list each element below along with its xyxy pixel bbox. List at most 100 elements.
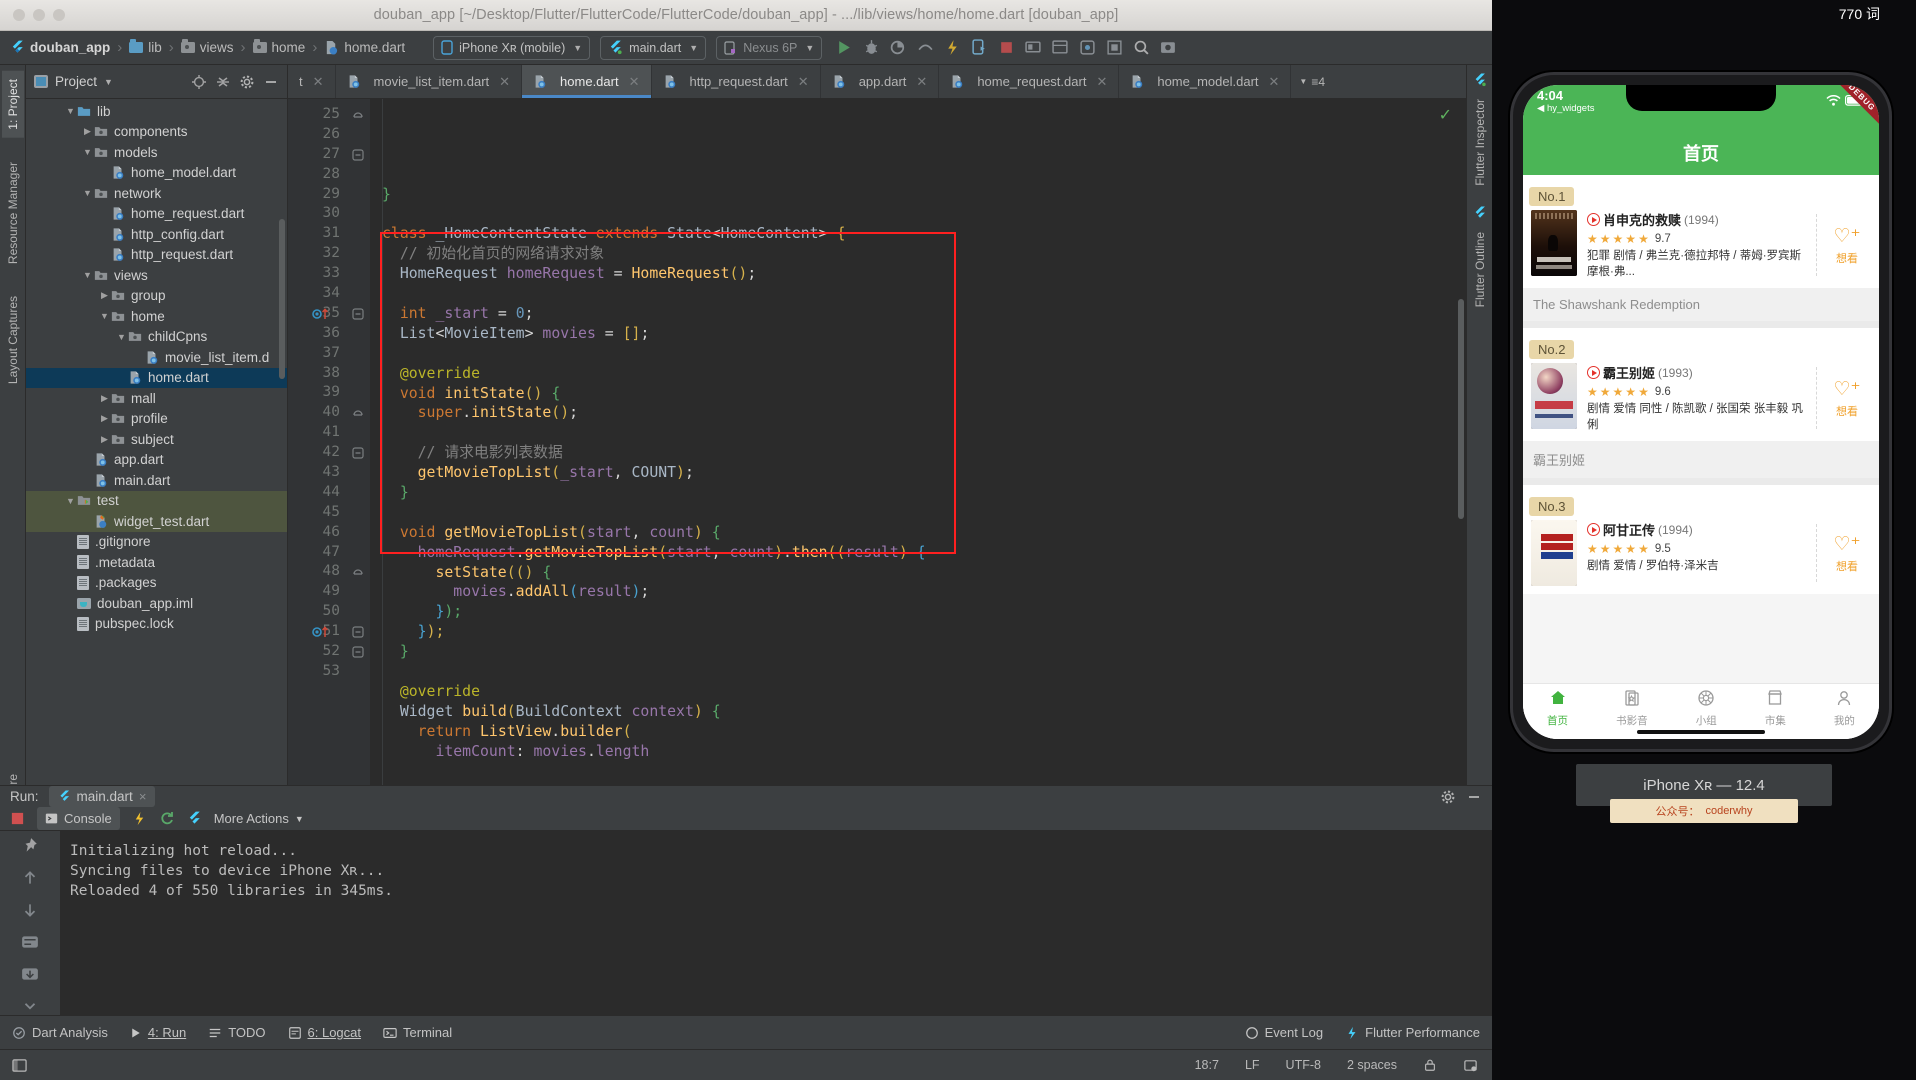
phone-tab-market[interactable]: 市集: [1765, 689, 1786, 728]
play-icon[interactable]: [1587, 523, 1600, 537]
editor-tab-app-dart[interactable]: app.dart ✕: [821, 65, 940, 98]
tree-node-components[interactable]: ▶ components: [26, 122, 287, 143]
chevron-down-icon[interactable]: ▼: [81, 188, 94, 198]
code-line[interactable]: // 请求电影列表数据: [370, 443, 1466, 463]
tree-node-movie-list-item-d[interactable]: movie_list_item.d: [26, 347, 287, 368]
editor-tab-home-dart[interactable]: home.dart ✕: [522, 65, 652, 98]
code-line[interactable]: }: [370, 483, 1466, 503]
toolwindow-tab-flutter-outline[interactable]: Flutter Outline: [1469, 224, 1491, 315]
wish-button[interactable]: ♡⁺ 想看: [1823, 520, 1871, 586]
fold-marker[interactable]: [348, 403, 370, 423]
movie-poster[interactable]: [1531, 363, 1577, 430]
status-event-log[interactable]: Event Log: [1245, 1025, 1323, 1040]
code-line[interactable]: setState(() {: [370, 563, 1466, 583]
fold-marker[interactable]: [348, 562, 370, 582]
movie-poster[interactable]: [1531, 210, 1577, 276]
device-selector[interactable]: iPhone Xʀ (mobile) ▼: [433, 35, 591, 60]
override-method-icon[interactable]: [312, 625, 332, 639]
code-line[interactable]: itemCount: movies.length: [370, 742, 1466, 762]
hide-panel-icon[interactable]: [263, 74, 279, 90]
tree-node--gitignore[interactable]: .gitignore: [26, 532, 287, 553]
scroll-down-icon[interactable]: [21, 901, 39, 919]
tree-node-home-model-dart[interactable]: home_model.dart: [26, 163, 287, 184]
sdk-manager-icon[interactable]: [1052, 39, 1069, 56]
code-line[interactable]: void initState() {: [370, 384, 1466, 404]
tree-node-douban-app-iml[interactable]: douban_app.iml: [26, 593, 287, 614]
code-line[interactable]: @override: [370, 682, 1466, 702]
soft-wrap-icon[interactable]: [21, 933, 39, 951]
chevron-right-icon[interactable]: ▶: [98, 434, 111, 445]
status-logcat[interactable]: 6: Logcat: [288, 1025, 361, 1040]
tree-node--metadata[interactable]: .metadata: [26, 552, 287, 573]
fold-marker[interactable]: [348, 304, 370, 324]
indent-setting[interactable]: 2 spaces: [1347, 1058, 1397, 1072]
fold-marker[interactable]: [348, 443, 370, 463]
code-line[interactable]: [370, 205, 1466, 225]
phone-tab-home[interactable]: 首页: [1547, 689, 1568, 728]
notification-icon[interactable]: [1463, 1058, 1478, 1073]
status-back-app[interactable]: ◀ hy_widgets: [1537, 103, 1594, 115]
collapse-all-icon[interactable]: [215, 74, 231, 90]
toolwindow-tab-layout-captures[interactable]: Layout Captures: [2, 288, 24, 392]
chevron-down-icon[interactable]: ▼: [64, 106, 77, 116]
chevron-right-icon[interactable]: ▶: [98, 413, 111, 424]
chevron-down-icon[interactable]: ▼: [81, 270, 94, 280]
chevron-down-icon[interactable]: ▼: [81, 147, 94, 157]
editor-tab-home-request-dart[interactable]: home_request.dart ✕: [939, 65, 1120, 98]
code-line[interactable]: return ListView.builder(: [370, 722, 1466, 742]
chevron-right-icon[interactable]: ▶: [81, 126, 94, 137]
status-dart-analysis[interactable]: Dart Analysis: [12, 1025, 108, 1040]
code-line[interactable]: List<MovieItem> movies = [];: [370, 324, 1466, 344]
wish-button[interactable]: ♡⁺ 想看: [1823, 363, 1871, 433]
coverage-icon[interactable]: [917, 39, 934, 56]
gear-icon[interactable]: [239, 74, 255, 90]
close-icon[interactable]: ✕: [1269, 74, 1280, 90]
editor-tabs-overflow[interactable]: ▼ ≡4: [1291, 65, 1333, 98]
close-icon[interactable]: ✕: [629, 74, 640, 90]
code-line[interactable]: });: [370, 602, 1466, 622]
hot-restart-icon[interactable]: [159, 811, 175, 827]
device-manager-icon[interactable]: [1025, 39, 1042, 56]
terminal-toggle-icon[interactable]: [12, 1058, 27, 1073]
avd-icon[interactable]: [1079, 39, 1096, 56]
screenshot-icon[interactable]: [1160, 39, 1177, 56]
hot-reload-icon[interactable]: [132, 811, 147, 826]
code-line[interactable]: [370, 503, 1466, 523]
tree-node-lib[interactable]: ▼ lib: [26, 101, 287, 122]
fold-marker[interactable]: [348, 105, 370, 125]
scroll-to-end-icon[interactable]: [21, 965, 39, 983]
breadcrumb-item-views[interactable]: views: [180, 39, 234, 55]
status-todo[interactable]: TODO: [208, 1025, 266, 1040]
profile-icon[interactable]: [890, 39, 907, 56]
breadcrumb-item-file[interactable]: home.dart: [324, 40, 405, 55]
code-line[interactable]: HomeRequest homeRequest = HomeRequest();: [370, 264, 1466, 284]
more-actions-button[interactable]: More Actions ▼: [214, 811, 304, 826]
tree-node-subject[interactable]: ▶ subject: [26, 429, 287, 450]
caret-position[interactable]: 18:7: [1195, 1058, 1219, 1072]
chevron-down-icon[interactable]: ▼: [98, 311, 111, 321]
close-icon[interactable]: ✕: [798, 74, 809, 90]
debug-icon[interactable]: [863, 39, 880, 56]
code-line[interactable]: Widget build(BuildContext context) {: [370, 702, 1466, 722]
tree-node-home-dart[interactable]: home.dart: [26, 367, 287, 388]
line-separator[interactable]: LF: [1245, 1058, 1260, 1072]
run-icon[interactable]: [836, 39, 853, 56]
phone-tab-media[interactable]: 书影音: [1616, 689, 1648, 728]
override-method-icon[interactable]: [312, 307, 332, 321]
tree-node-home-request-dart[interactable]: home_request.dart: [26, 204, 287, 225]
file-encoding[interactable]: UTF-8: [1286, 1058, 1321, 1072]
editor-tab-bar[interactable]: t ✕ movie_list_item.dart ✕ home.dart ✕ http_re…: [288, 65, 1466, 99]
project-panel-title[interactable]: Project ▼: [34, 74, 113, 89]
code-line[interactable]: }: [370, 185, 1466, 205]
movie-card[interactable]: No.2 霸王别姬 (1993) ★ ★ ★ ★ ★ 9.6 剧情 爱情 同性 / 陈凯歌 / 张…: [1523, 328, 1879, 479]
breadcrumb-item-project[interactable]: douban_app: [10, 40, 110, 55]
chevron-right-icon[interactable]: ▶: [98, 393, 111, 404]
close-icon[interactable]: ✕: [499, 74, 510, 90]
chevron-right-icon[interactable]: ▶: [98, 290, 111, 301]
tree-node-mall[interactable]: ▶ mall: [26, 388, 287, 409]
code-line[interactable]: }: [370, 642, 1466, 662]
layout-inspector-icon[interactable]: [1106, 39, 1123, 56]
status-flutter-performance[interactable]: Flutter Performance: [1345, 1025, 1480, 1040]
fold-marker[interactable]: [348, 145, 370, 165]
close-icon[interactable]: ✕: [1096, 74, 1107, 90]
